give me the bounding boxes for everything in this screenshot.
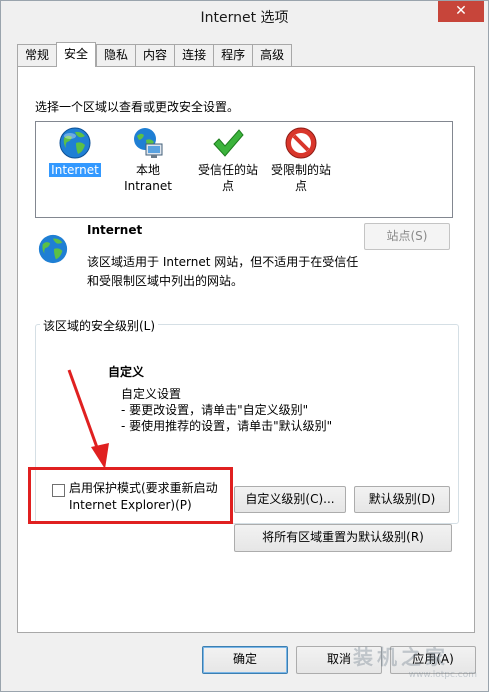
cancel-button[interactable]: 取消 <box>296 646 382 674</box>
custom-level-button[interactable]: 自定义级别(C)... <box>234 486 346 513</box>
title-bar: Internet 选项 ✕ <box>1 1 488 31</box>
level-desc-line1: 自定义设置 <box>121 387 182 401</box>
tab-advanced[interactable]: 高级 <box>252 44 293 66</box>
security-level-description: 自定义设置 - 要更改设置，请单击"自定义级别" - 要使用推荐的设置，请单击"… <box>121 386 332 434</box>
select-zone-label: 选择一个区域以查看或更改安全设置。 <box>35 100 240 114</box>
tab-general[interactable]: 常规 <box>17 44 57 66</box>
security-level-title: 自定义 <box>108 365 145 379</box>
zone-name-internet: Internet <box>49 163 101 177</box>
tab-strip: 常规 安全 隐私 内容 连接 程序 高级 <box>17 42 293 67</box>
zone-item-internet[interactable]: Internet <box>35 122 115 178</box>
security-level-group-label: 该区域的安全级别(L) <box>40 317 159 334</box>
ok-button[interactable]: 确定 <box>202 646 288 674</box>
zone-name-intranet: 本地 Intranet <box>124 163 172 193</box>
intranet-icon <box>134 128 163 158</box>
globe-icon <box>38 234 68 264</box>
zone-description: 该区域适用于 Internet 网站，但不适用于在受信任 和受限制区域中列出的网… <box>87 253 358 291</box>
level-desc-line3: - 要使用推荐的设置，请单击"默认级别" <box>121 419 333 433</box>
zone-list: Internet 本地 Intranet 受信任的站 点 受限制的站 点 <box>35 121 453 218</box>
internet-options-dialog: Internet 选项 ✕ 常规 安全 隐私 内容 连接 程序 高级 选择一个区… <box>0 0 489 692</box>
zone-title: Internet <box>87 223 143 237</box>
tab-content[interactable]: 内容 <box>135 44 175 66</box>
checkmark-icon <box>213 129 244 157</box>
apply-button[interactable]: 应用(A) <box>390 646 476 674</box>
zone-item-trusted-sites[interactable]: 受信任的站 点 <box>188 122 268 194</box>
window-title: Internet 选项 <box>200 10 289 26</box>
level-desc-line2: - 要更改设置，请单击"自定义级别" <box>121 403 309 417</box>
zone-name-intranet-text: 本地 Intranet <box>124 163 172 193</box>
globe-icon <box>59 127 91 159</box>
no-entry-icon <box>285 127 317 159</box>
annotation-arrow <box>67 369 109 469</box>
protected-mode-checkbox[interactable] <box>52 484 65 497</box>
tab-programs[interactable]: 程序 <box>213 44 253 66</box>
sites-button[interactable]: 站点(S) <box>364 223 450 250</box>
zone-item-intranet[interactable]: 本地 Intranet <box>108 122 188 194</box>
zone-description-line1: 该区域适用于 Internet 网站，但不适用于在受信任 <box>87 255 359 269</box>
zone-description-line2: 和受限制区域中列出的网站。 <box>87 274 244 288</box>
protected-mode-label[interactable]: 启用保护模式(要求重新启动 Internet Explorer)(P) <box>69 480 218 514</box>
protected-mode-line1: 启用保护模式(要求重新启动 <box>69 481 218 495</box>
close-button[interactable]: ✕ <box>438 1 484 22</box>
security-panel: 选择一个区域以查看或更改安全设置。 Internet 本地 Intranet 受… <box>17 66 475 633</box>
default-level-button[interactable]: 默认级别(D) <box>354 486 450 513</box>
reset-all-zones-button[interactable]: 将所有区域重置为默认级别(R) <box>234 524 452 552</box>
zone-item-restricted-sites[interactable]: 受限制的站 点 <box>261 122 341 194</box>
tab-security[interactable]: 安全 <box>56 42 97 67</box>
tab-connections[interactable]: 连接 <box>174 44 214 66</box>
tab-privacy[interactable]: 隐私 <box>96 44 136 66</box>
zone-name-restricted-sites: 受限制的站 点 <box>270 163 331 193</box>
protected-mode-line2: Internet Explorer)(P) <box>69 498 192 512</box>
zone-name-trusted-sites: 受信任的站 点 <box>197 163 258 193</box>
